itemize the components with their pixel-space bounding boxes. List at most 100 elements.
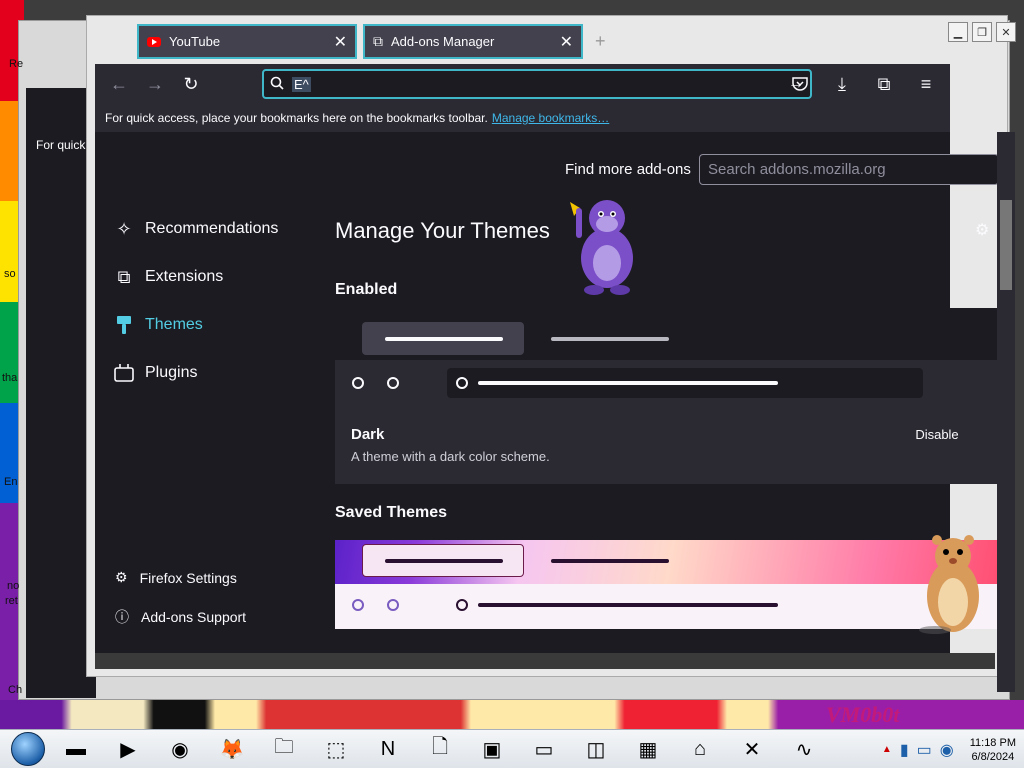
media-player-icon[interactable]: ▶ xyxy=(104,732,152,766)
puzzle-icon: ⧉ xyxy=(117,266,131,287)
toolbar-right: ⤓ ⧉ ≡ xyxy=(782,68,944,100)
desktop-icon-label: Re xyxy=(9,58,24,70)
desktop-icon-label: no xyxy=(7,580,20,592)
addons-search-placeholder: Search addons.mozilla.org xyxy=(708,161,886,178)
tab-label: Add-ons Manager xyxy=(391,34,495,49)
desktop-icon-label: Ch xyxy=(8,684,23,696)
monitor-icon[interactable]: ▭ xyxy=(520,732,568,766)
desktop-icon-label: tha xyxy=(2,372,18,384)
desktop-icon-label: so xyxy=(4,268,16,280)
theme-preview-circle xyxy=(352,599,364,611)
addons-support-link[interactable]: ⓘ Add-ons Support xyxy=(115,607,246,627)
sidebar-item-recommendations[interactable]: ✧ Recommendations xyxy=(113,218,278,240)
theme-preview-line xyxy=(551,559,669,563)
url-bar[interactable]: E^ → xyxy=(262,69,812,99)
folder-icon[interactable]: 🗀 xyxy=(260,732,308,766)
tab-youtube[interactable]: YouTube ✕ xyxy=(137,24,357,59)
photos-icon[interactable]: ▣ xyxy=(468,732,516,766)
minimize-button[interactable]: ▁ xyxy=(948,22,968,42)
bookmarks-toolbar: For quick access, place your bookmarks h… xyxy=(95,104,950,132)
sidebar-item-extensions[interactable]: ⧉ Extensions xyxy=(113,266,224,288)
back-arrow-icon[interactable]: ← xyxy=(101,68,137,100)
theme-preview-line xyxy=(551,337,669,341)
url-text: E^ xyxy=(292,76,311,92)
start-button[interactable] xyxy=(8,730,48,768)
search-icon xyxy=(270,76,284,93)
volume-tray-icon[interactable]: ◉ xyxy=(940,740,954,760)
background-window-bookmarks-text: For quick xyxy=(36,138,86,152)
find-more-label: Find more add-ons xyxy=(565,161,691,178)
desktop-icon-label: En xyxy=(4,476,18,488)
firefox-settings-link[interactable]: ⚙ Firefox Settings xyxy=(115,569,237,586)
menu-icon[interactable]: ≡ xyxy=(908,68,944,100)
hamster-character[interactable] xyxy=(915,530,987,638)
calculator-icon[interactable]: ▦ xyxy=(624,732,672,766)
theme-info: Dark A theme with a dark color scheme. D… xyxy=(335,406,999,484)
document-icon[interactable]: 🗋 xyxy=(416,732,464,766)
page-title: Manage Your Themes xyxy=(335,218,550,243)
globe-icon[interactable]: ◉ xyxy=(156,732,204,766)
black-window-app-icon[interactable]: ▬ xyxy=(52,732,100,766)
desktop-vm-text: VM0b0t xyxy=(826,702,900,727)
close-icon[interactable]: ✕ xyxy=(334,32,347,52)
horizontal-scrollbar[interactable] xyxy=(95,653,995,669)
saved-theme-card[interactable] xyxy=(335,540,999,629)
reload-icon[interactable]: ↻ xyxy=(173,68,209,100)
theme-preview-line xyxy=(385,559,503,563)
sparkle-icon: ✧ xyxy=(116,218,132,239)
clock-date: 6/8/2024 xyxy=(971,750,1015,763)
pocket-icon[interactable] xyxy=(782,68,818,100)
gear-icon[interactable]: ⚙ xyxy=(975,220,989,240)
theme-preview-toolbar xyxy=(335,584,999,629)
theme-preview-circle xyxy=(352,377,364,389)
theme-card-dark: Dark A theme with a dark color scheme. D… xyxy=(335,308,999,484)
network-icon[interactable]: ⬚ xyxy=(312,732,360,766)
download-icon[interactable]: ⤓ xyxy=(824,68,860,100)
netscape-icon[interactable]: N xyxy=(364,732,412,766)
tray-app-icon[interactable]: ▮ xyxy=(900,740,909,760)
notepad-icon[interactable]: ◫ xyxy=(572,732,620,766)
bookmarks-hint: For quick access, place your bookmarks h… xyxy=(105,111,488,125)
sidebar-item-themes[interactable]: Themes xyxy=(113,314,203,336)
sidebar-item-label: Themes xyxy=(145,316,203,333)
close-window-button[interactable]: ✕ xyxy=(996,22,1016,42)
network-tray-icon[interactable]: ▭ xyxy=(917,740,932,760)
paintbrush-icon xyxy=(113,314,135,336)
saved-themes-heading: Saved Themes xyxy=(335,504,448,521)
sidebar-item-label: Recommendations xyxy=(145,220,279,237)
theme-name: Dark xyxy=(351,426,385,443)
theme-preview-line xyxy=(478,603,778,607)
purple-gorilla-assistant[interactable] xyxy=(562,188,652,298)
extensions-icon[interactable]: ⧉ xyxy=(866,68,902,100)
theme-preview-toolbar xyxy=(335,360,999,406)
gear-icon: ⚙ xyxy=(115,569,128,585)
show-hidden-icons[interactable]: ▲ xyxy=(882,744,892,755)
new-tab-button[interactable]: + xyxy=(595,24,606,60)
close-icon[interactable]: ✕ xyxy=(560,32,573,52)
sidebar-item-label: Plugins xyxy=(145,364,198,381)
plugin-icon xyxy=(113,362,135,384)
forward-arrow-icon[interactable]: → xyxy=(137,68,173,100)
clock[interactable]: 11:18 PM 6/8/2024 xyxy=(970,736,1016,764)
tab-strip: YouTube ✕ ⧉ Add-ons Manager ✕ + xyxy=(137,24,606,60)
task-manager-icon[interactable]: ∿ xyxy=(780,732,828,766)
toolbox-icon[interactable]: ⌂ xyxy=(676,732,724,766)
disable-button[interactable]: Disable xyxy=(890,422,984,446)
firefox-icon[interactable]: 🦊 xyxy=(208,732,256,766)
tab-addons-manager[interactable]: ⧉ Add-ons Manager ✕ xyxy=(363,24,583,59)
taskbar: ▬ ▶ ◉ 🦊 🗀 ⬚ N 🗋 ▣ ▭ ◫ ▦ ⌂ ✕ ∿ ▲ ▮ ▭ ◉ 11… xyxy=(0,729,1024,768)
clock-time: 11:18 PM xyxy=(969,736,1016,749)
addons-search-input[interactable]: Search addons.mozilla.org xyxy=(699,154,999,185)
manage-bookmarks-link[interactable]: Manage bookmarks… xyxy=(492,111,609,125)
youtube-icon xyxy=(147,36,161,47)
theme-preview-circle xyxy=(387,377,399,389)
sidebar-item-plugins[interactable]: Plugins xyxy=(113,362,197,384)
theme-preview-line xyxy=(385,337,503,341)
scrollbar-thumb[interactable] xyxy=(1000,200,1012,290)
maximize-button[interactable]: ❐ xyxy=(972,22,992,42)
xp-icon[interactable]: ✕ xyxy=(728,732,776,766)
puzzle-icon: ⧉ xyxy=(373,33,383,49)
enabled-heading: Enabled xyxy=(335,281,398,298)
system-tray: ▲ ▮ ▭ ◉ 11:18 PM 6/8/2024 xyxy=(882,730,1016,768)
help-icon: ⓘ xyxy=(115,609,129,625)
